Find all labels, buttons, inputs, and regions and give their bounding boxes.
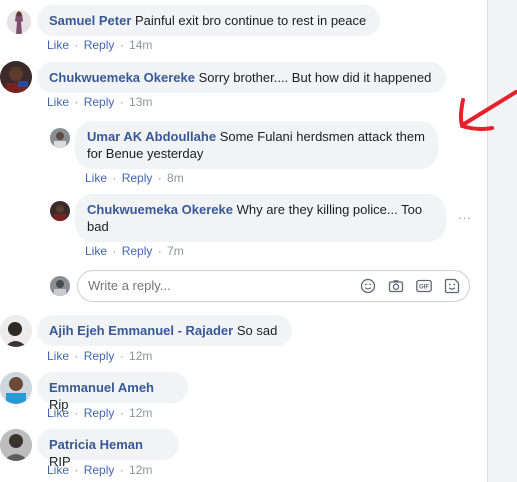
comment-text: Sorry brother.... But how did it happene… <box>198 70 432 85</box>
reply-link[interactable]: Reply <box>84 38 115 52</box>
comment-bubble: Patricia Heman RIP <box>37 429 179 469</box>
reply-input[interactable] <box>88 271 338 301</box>
camera-icon[interactable] <box>388 278 404 294</box>
reply-link[interactable]: Reply <box>122 244 153 258</box>
comment-bubble: Samuel Peter Painful exit bro continue t… <box>37 5 380 36</box>
comment-time[interactable]: 12m <box>129 349 152 363</box>
avatar[interactable] <box>0 61 32 93</box>
comment-time[interactable]: 12m <box>129 463 152 477</box>
reply-bubble: Umar AK Abdoullahe Some Fulani herdsmen … <box>75 121 438 169</box>
reply-composer: GIF <box>77 270 470 302</box>
comment-text: Painful exit bro continue to rest in pea… <box>135 13 367 28</box>
comment-bubble: Chukwuemeka Okereke Sorry brother.... Bu… <box>37 62 446 93</box>
comment-author[interactable]: Emmanuel Ameh <box>49 380 154 395</box>
reply-link[interactable]: Reply <box>84 95 115 109</box>
comment-time[interactable]: 8m <box>167 171 184 185</box>
comment-actions: Like · Reply · 13m <box>47 95 153 109</box>
svg-text:GIF: GIF <box>419 285 429 291</box>
comment-time[interactable]: 13m <box>129 95 152 109</box>
comment-bubble: Ajih Ejeh Emmanuel - Rajader So sad <box>37 315 292 346</box>
comment-time[interactable]: 7m <box>167 244 184 258</box>
comment-author[interactable]: Chukwuemeka Okereke <box>49 70 195 85</box>
like-link[interactable]: Like <box>85 244 107 258</box>
right-panel <box>487 0 517 482</box>
comment-author[interactable]: Umar AK Abdoullahe <box>87 129 216 144</box>
avatar[interactable] <box>0 429 32 461</box>
reply-link[interactable]: Reply <box>84 463 115 477</box>
comment-actions: Like · Reply · 12m <box>47 463 153 477</box>
gif-icon[interactable]: GIF <box>416 278 432 294</box>
avatar[interactable] <box>7 10 31 34</box>
comment-actions: Like · Reply · 12m <box>47 406 153 420</box>
comment-actions: Like · Reply · 12m <box>47 349 153 363</box>
comment-time[interactable]: 14m <box>129 38 152 52</box>
comment-text: So sad <box>236 323 278 338</box>
like-link[interactable]: Like <box>47 406 69 420</box>
avatar[interactable] <box>0 315 32 347</box>
comment-bubble: Emmanuel Ameh Rip <box>37 372 188 412</box>
like-link[interactable]: Like <box>47 463 69 477</box>
more-options-icon[interactable]: ··· <box>458 210 471 225</box>
comment-actions: Like · Reply · 14m <box>47 38 153 52</box>
comment-author[interactable]: Ajih Ejeh Emmanuel - Rajader <box>49 323 233 338</box>
like-link[interactable]: Like <box>47 95 69 109</box>
red-arrow-annotation <box>458 90 517 132</box>
comment-actions: Like · Reply · 8m <box>85 171 184 185</box>
like-link[interactable]: Like <box>47 38 69 52</box>
avatar[interactable] <box>50 128 70 148</box>
like-link[interactable]: Like <box>47 349 69 363</box>
current-user-avatar <box>50 276 70 296</box>
reply-link[interactable]: Reply <box>122 171 153 185</box>
avatar[interactable] <box>0 372 32 404</box>
comment-actions: Like · Reply · 7m <box>85 244 184 258</box>
emoji-icon[interactable] <box>360 278 376 294</box>
comment-time[interactable]: 12m <box>129 406 152 420</box>
comment-author[interactable]: Samuel Peter <box>49 13 131 28</box>
comment-author[interactable]: Chukwuemeka Okereke <box>87 202 233 217</box>
comment-author[interactable]: Patricia Heman <box>49 437 143 452</box>
reply-link[interactable]: Reply <box>84 349 115 363</box>
avatar[interactable] <box>50 201 70 221</box>
reply-bubble: Chukwuemeka Okereke Why are they killing… <box>75 194 446 242</box>
like-link[interactable]: Like <box>85 171 107 185</box>
reply-link[interactable]: Reply <box>84 406 115 420</box>
sticker-icon[interactable] <box>444 278 460 294</box>
